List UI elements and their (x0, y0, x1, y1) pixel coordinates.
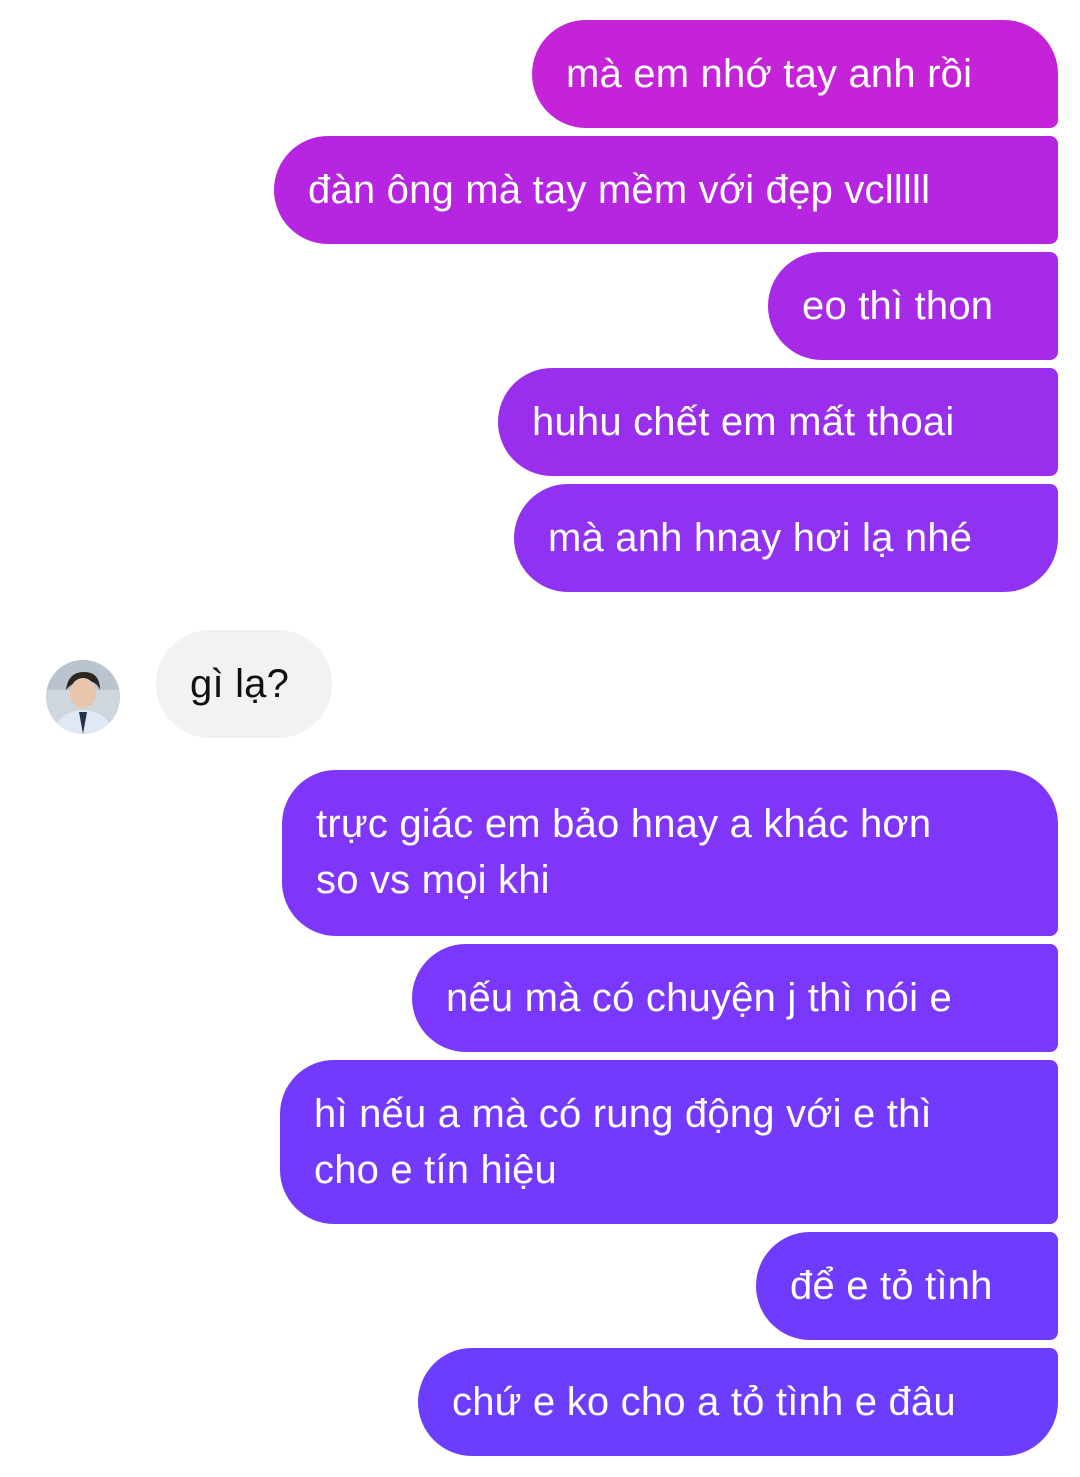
message-text: trực giác em bảo hnay a khác hơn so vs m… (316, 802, 932, 902)
message-text: chứ e ko cho a tỏ tình e đâu (452, 1380, 956, 1424)
message-text: đàn ông mà tay mềm với đẹp vclllll (308, 168, 931, 212)
message-bubble-outgoing[interactable]: để e tỏ tình (756, 1232, 1058, 1340)
message-bubble-incoming[interactable]: gì lạ? (156, 630, 332, 738)
message-thread: mà em nhớ tay anh rồi đàn ông mà tay mềm… (0, 0, 1080, 1477)
message-text: mà em nhớ tay anh rồi (566, 52, 973, 96)
message-bubble-outgoing[interactable]: huhu chết em mất thoai (498, 368, 1058, 476)
message-bubble-outgoing[interactable]: nếu mà có chuyện j thì nói e (412, 944, 1058, 1052)
message-text: hì nếu a mà có rung động với e thì cho e… (314, 1092, 932, 1192)
message-bubble-outgoing[interactable]: chứ e ko cho a tỏ tình e đâu (418, 1348, 1058, 1456)
message-bubble-outgoing[interactable]: mà anh hnay hơi lạ nhé (514, 484, 1058, 592)
message-bubble-outgoing[interactable]: hì nếu a mà có rung động với e thì cho e… (280, 1060, 1058, 1224)
message-text: huhu chết em mất thoai (532, 400, 955, 444)
message-bubble-outgoing[interactable]: đàn ông mà tay mềm với đẹp vclllll (274, 136, 1058, 244)
message-bubble-outgoing[interactable]: trực giác em bảo hnay a khác hơn so vs m… (282, 770, 1058, 936)
contact-avatar[interactable] (46, 660, 120, 734)
message-text: eo thì thon (802, 284, 994, 328)
message-bubble-outgoing[interactable]: eo thì thon (768, 252, 1058, 360)
message-text: nếu mà có chuyện j thì nói e (446, 976, 952, 1020)
message-text: mà anh hnay hơi lạ nhé (548, 516, 973, 560)
message-bubble-outgoing[interactable]: mà em nhớ tay anh rồi (532, 20, 1058, 128)
message-text: gì lạ? (190, 662, 290, 706)
user-avatar-icon (46, 660, 120, 734)
message-text: để e tỏ tình (790, 1264, 993, 1308)
